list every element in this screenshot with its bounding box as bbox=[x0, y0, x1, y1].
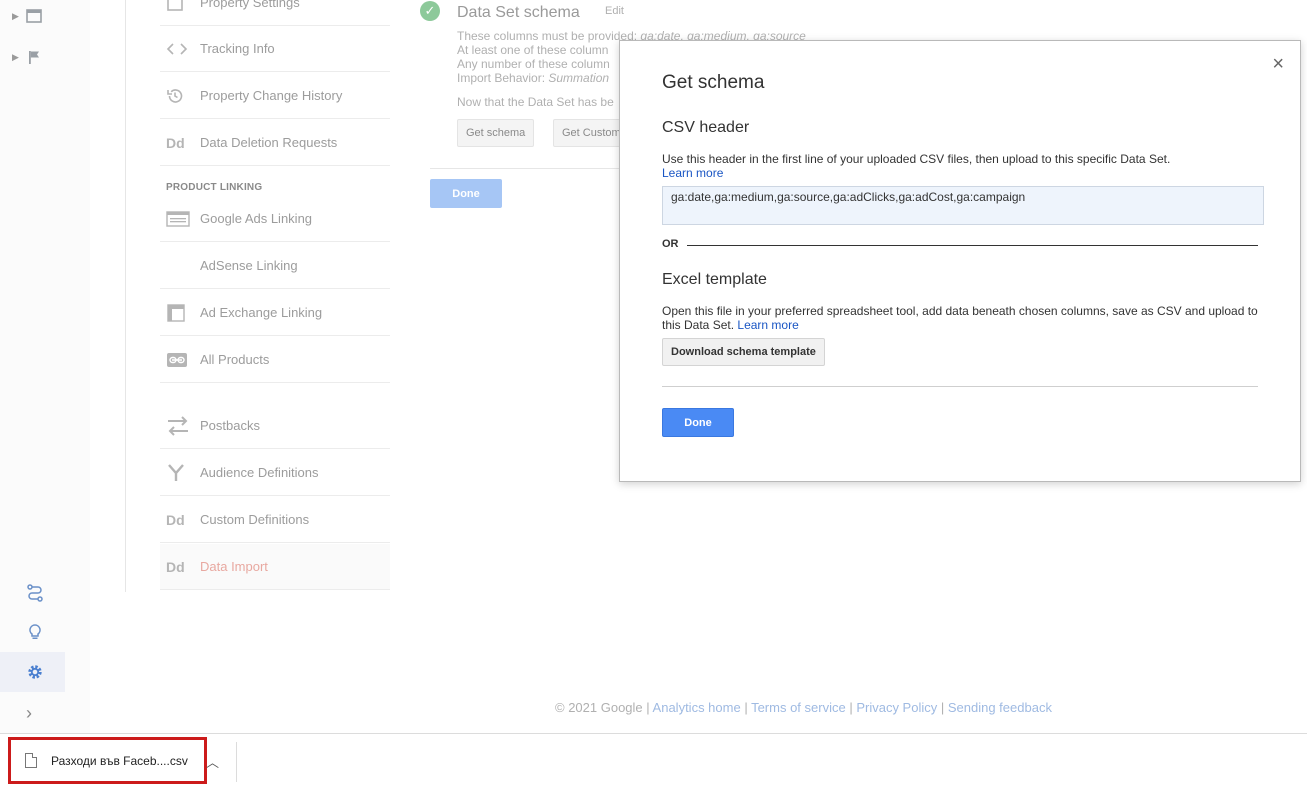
file-icon bbox=[25, 753, 37, 768]
done-button[interactable]: Done bbox=[430, 179, 502, 208]
code-icon bbox=[160, 42, 200, 56]
nav-item-all-products[interactable]: All Products bbox=[160, 337, 390, 383]
divider bbox=[687, 245, 1258, 246]
ad-exchange-icon bbox=[160, 303, 200, 323]
schema-line-text: Import Behavior: bbox=[457, 71, 549, 85]
expand-caret-icon[interactable]: ▶ bbox=[12, 52, 19, 63]
nav-item-data-deletion-requests[interactable]: Dd Data Deletion Requests bbox=[160, 120, 390, 166]
divider bbox=[125, 0, 126, 592]
postbacks-icon bbox=[160, 415, 200, 437]
footer: © 2021 Google | Analytics home | Terms o… bbox=[555, 700, 1052, 715]
flag-icon[interactable] bbox=[26, 49, 42, 65]
divider bbox=[236, 742, 237, 782]
footer-sep: | bbox=[740, 700, 752, 715]
excel-description: Open this file in your preferred spreads… bbox=[662, 304, 1262, 332]
section-heading-product-linking: PRODUCT LINKING bbox=[166, 182, 263, 193]
schema-line: At least one of these column bbox=[457, 43, 609, 57]
nav-item-label: Property Change History bbox=[200, 88, 343, 103]
footer-link-feedback[interactable]: Sending feedback bbox=[948, 700, 1052, 715]
dialog-title: Get schema bbox=[662, 72, 765, 93]
property-settings-icon bbox=[160, 0, 200, 12]
nav-item-custom-definitions[interactable]: Dd Custom Definitions bbox=[160, 497, 390, 543]
download-schema-template-button[interactable]: Download schema template bbox=[662, 338, 825, 366]
nav-item-data-import[interactable]: Dd Data Import bbox=[160, 544, 390, 590]
nav-item-label: Custom Definitions bbox=[200, 512, 310, 527]
schema-line: Import Behavior: Summation bbox=[457, 71, 609, 85]
edit-link[interactable]: Edit bbox=[605, 5, 624, 17]
expand-caret-icon[interactable]: ▶ bbox=[12, 11, 19, 22]
close-icon[interactable]: × bbox=[1272, 53, 1284, 76]
copyright: © 2021 Google bbox=[555, 700, 643, 715]
footer-sep: | bbox=[845, 700, 857, 715]
gear-icon[interactable] bbox=[26, 663, 42, 679]
nav-item-label: Data Import bbox=[200, 559, 268, 574]
csv-header-field[interactable]: ga:date,ga:medium,ga:source,ga:adClicks,… bbox=[662, 186, 1264, 225]
footer-sep: | bbox=[937, 700, 948, 715]
divider bbox=[662, 386, 1258, 387]
nav-item-label: Postbacks bbox=[200, 418, 260, 433]
check-icon: ✓ bbox=[420, 1, 440, 21]
footer-link-privacy[interactable]: Privacy Policy bbox=[856, 700, 937, 715]
footer-link-terms[interactable]: Terms of service bbox=[751, 700, 846, 715]
link-icon bbox=[160, 352, 200, 368]
csv-header-heading: CSV header bbox=[662, 119, 750, 136]
nav-item-postbacks[interactable]: Postbacks bbox=[160, 403, 390, 449]
schema-line: Any number of these column bbox=[457, 57, 610, 71]
excel-template-heading: Excel template bbox=[662, 271, 767, 288]
or-separator: OR bbox=[662, 238, 679, 250]
nav-item-property-settings[interactable]: Property Settings bbox=[160, 0, 390, 26]
download-filename: Разходи във Faceb....csv bbox=[51, 753, 188, 768]
nav-item-property-change-history[interactable]: Property Change History bbox=[160, 73, 390, 119]
get-schema-button[interactable]: Get schema bbox=[457, 119, 535, 147]
download-item[interactable]: Разходи във Faceb....csv bbox=[8, 737, 207, 784]
nav-item-ad-exchange-linking[interactable]: Ad Exchange Linking bbox=[160, 290, 390, 336]
divider bbox=[430, 168, 640, 169]
csv-description: Use this header in the first line of you… bbox=[662, 152, 1262, 180]
history-icon bbox=[160, 87, 200, 105]
dd-icon: Dd bbox=[166, 511, 185, 528]
nav-item-label: Ad Exchange Linking bbox=[200, 305, 323, 320]
dd-icon: Dd bbox=[166, 134, 185, 151]
footer-link-analytics-home[interactable]: Analytics home bbox=[653, 700, 741, 715]
schema-line-text: These columns must be provided: bbox=[457, 29, 641, 43]
nav-item-label: All Products bbox=[200, 352, 270, 367]
nav-item-adsense-linking[interactable]: AdSense Linking bbox=[160, 243, 390, 289]
get-schema-dialog: × Get schema CSV header Use this header … bbox=[619, 40, 1301, 482]
nav-item-label: AdSense Linking bbox=[200, 258, 298, 273]
nav-item-label: Audience Definitions bbox=[200, 465, 319, 480]
route-icon[interactable] bbox=[26, 584, 43, 602]
nav-item-tracking-info[interactable]: Tracking Info bbox=[160, 26, 390, 72]
audience-icon bbox=[160, 463, 200, 483]
learn-more-link[interactable]: Learn more bbox=[662, 166, 723, 180]
google-ads-icon bbox=[160, 210, 200, 227]
schema-line: Now that the Data Set has be bbox=[457, 95, 614, 109]
nav-item-audience-definitions[interactable]: Audience Definitions bbox=[160, 450, 390, 496]
browser-window-icon[interactable] bbox=[26, 8, 42, 24]
nav-item-label: Data Deletion Requests bbox=[200, 135, 338, 150]
nav-item-google-ads-linking[interactable]: Google Ads Linking bbox=[160, 196, 390, 242]
get-custom-button[interactable]: Get Custom bbox=[553, 119, 628, 147]
nav-item-label: Property Settings bbox=[200, 0, 300, 10]
import-behavior-value: Summation bbox=[548, 71, 610, 85]
csv-description-text: Use this header in the first line of you… bbox=[662, 152, 1171, 166]
nav-item-label: Tracking Info bbox=[200, 41, 275, 56]
footer-sep: | bbox=[642, 700, 653, 715]
learn-more-link[interactable]: Learn more bbox=[737, 318, 798, 332]
chevron-up-icon[interactable]: ︿ bbox=[206, 752, 219, 771]
nav-item-label: Google Ads Linking bbox=[200, 211, 313, 226]
chevron-right-icon[interactable]: › bbox=[26, 703, 32, 724]
download-bar: Разходи във Faceb....csv ︿ bbox=[0, 733, 1307, 786]
dd-icon: Dd bbox=[166, 558, 185, 575]
section-title: Data Set schema bbox=[457, 4, 580, 21]
left-rail: ▶ ▶ › bbox=[0, 0, 90, 733]
done-button[interactable]: Done bbox=[662, 408, 734, 437]
lightbulb-icon[interactable] bbox=[26, 623, 42, 639]
